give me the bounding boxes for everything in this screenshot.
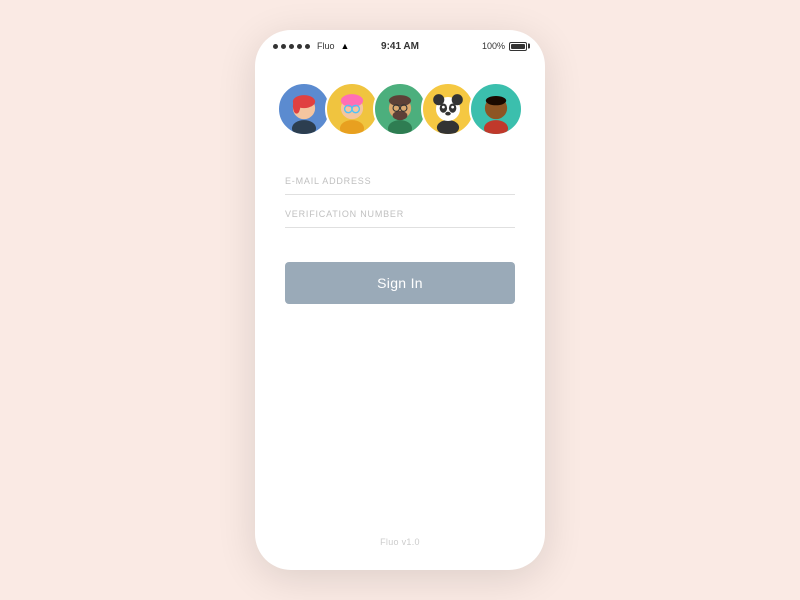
signal-dot-1 bbox=[273, 44, 278, 49]
avatar-3[interactable] bbox=[373, 82, 427, 136]
avatar-1[interactable] bbox=[277, 82, 331, 136]
avatar-4[interactable] bbox=[421, 82, 475, 136]
form-section: Sign In bbox=[255, 156, 545, 516]
avatar-2[interactable] bbox=[325, 82, 379, 136]
signal-dot-5 bbox=[305, 44, 310, 49]
status-bar: Fluo ▲ 9:41 AM 100% bbox=[255, 30, 545, 58]
signal-dot-4 bbox=[297, 44, 302, 49]
avatar-5[interactable] bbox=[469, 82, 523, 136]
battery-fill bbox=[511, 44, 525, 49]
verification-input[interactable] bbox=[285, 199, 515, 228]
status-left: Fluo ▲ bbox=[273, 41, 349, 51]
wifi-icon: ▲ bbox=[341, 41, 350, 51]
avatar-row bbox=[277, 82, 523, 136]
signal-dot-3 bbox=[289, 44, 294, 49]
signin-button[interactable]: Sign In bbox=[285, 262, 515, 304]
email-input[interactable] bbox=[285, 166, 515, 195]
avatars-section bbox=[255, 58, 545, 156]
signal-dot-2 bbox=[281, 44, 286, 49]
phone-frame: Fluo ▲ 9:41 AM 100% bbox=[255, 30, 545, 570]
email-input-group bbox=[285, 166, 515, 195]
battery-percent: 100% bbox=[482, 41, 505, 51]
verification-input-group bbox=[285, 199, 515, 228]
battery-icon bbox=[509, 42, 527, 51]
carrier-label: Fluo bbox=[317, 41, 335, 51]
footer: Fluo v1.0 bbox=[255, 516, 545, 570]
time-label: 9:41 AM bbox=[381, 41, 419, 52]
status-right: 100% bbox=[482, 41, 527, 51]
version-label: Fluo v1.0 bbox=[380, 537, 420, 547]
